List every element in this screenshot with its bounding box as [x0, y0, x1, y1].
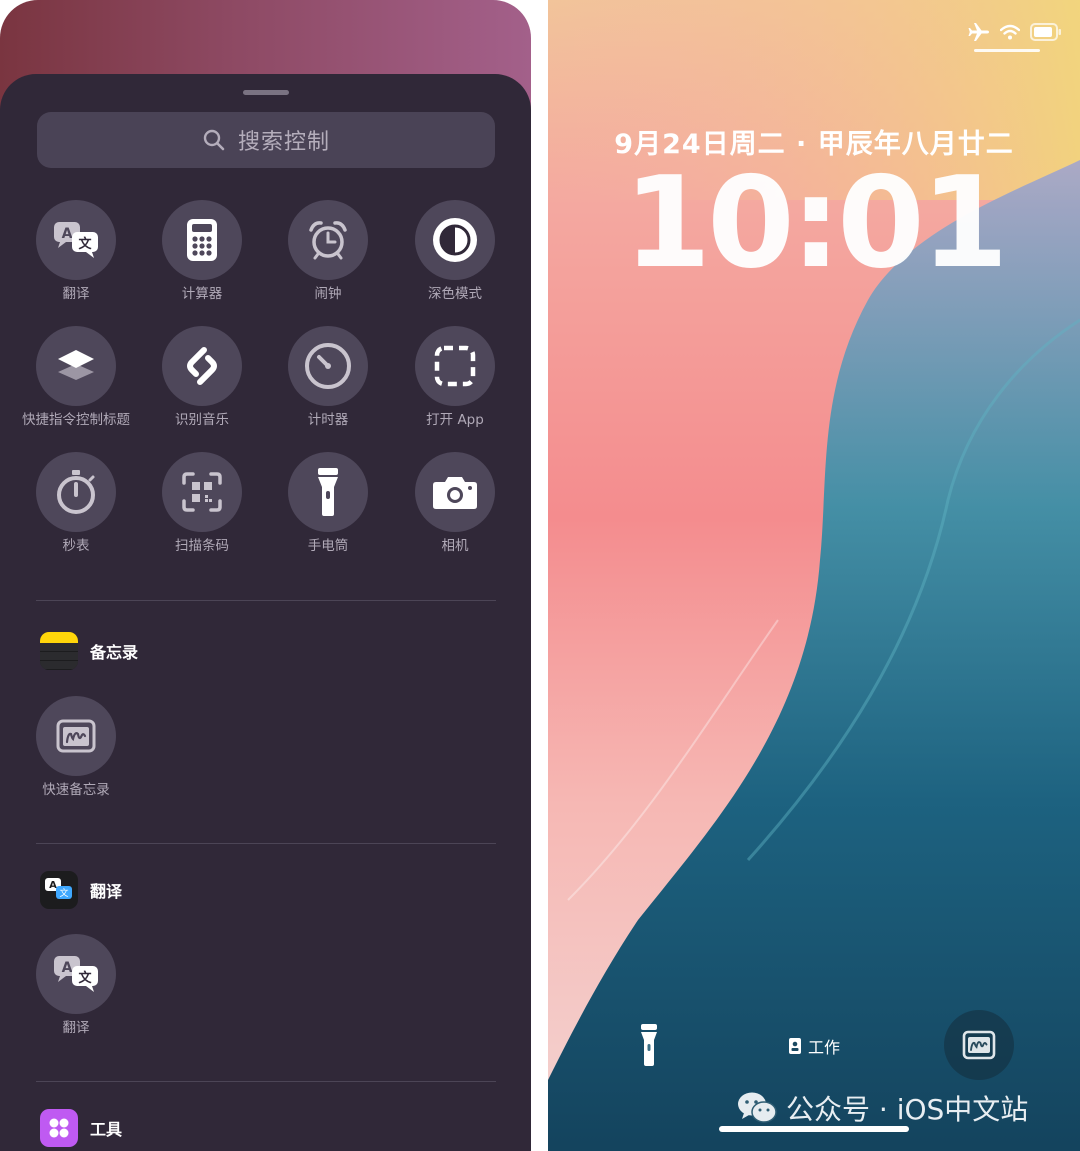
- section-header-notes: 备忘录: [40, 632, 138, 670]
- control-shortcuts-button[interactable]: [36, 326, 116, 406]
- control-camera[interactable]: 相机: [400, 452, 510, 554]
- control-label: 秒表: [62, 538, 90, 554]
- controls-gallery-panel: 搜索控制 A 文 翻译 计算器 闹钟 深色模式 快捷指令控制标题 识别音乐 计时…: [0, 0, 531, 1151]
- control-label: 计算器: [181, 286, 223, 302]
- section-title: 备忘录: [90, 643, 139, 662]
- control-translate-2[interactable]: A 文 翻译: [21, 934, 131, 1036]
- control-translate[interactable]: A 文 翻译: [21, 200, 131, 302]
- watermark-text: 公众号 · iOS中文站: [786, 1093, 1029, 1126]
- control-label: 识别音乐: [175, 412, 229, 428]
- control-dark-mode-button[interactable]: [415, 200, 495, 280]
- svg-text:A: A: [62, 226, 73, 242]
- control-label: 计时器: [307, 412, 349, 428]
- section-header-translate: A 文 翻译: [40, 871, 122, 909]
- section-divider: [36, 843, 496, 844]
- timer-icon: [305, 343, 351, 389]
- search-field[interactable]: 搜索控制: [37, 112, 495, 168]
- camera-icon: [433, 477, 477, 509]
- control-stopwatch[interactable]: 秒表: [21, 452, 131, 554]
- quick-note-icon: [962, 1030, 996, 1060]
- controls-sheet: 搜索控制 A 文 翻译 计算器 闹钟 深色模式 快捷指令控制标题 识别音乐 计时…: [0, 74, 531, 1151]
- flashlight-icon: [318, 468, 338, 516]
- section-divider: [36, 1081, 496, 1082]
- calculator-icon: [187, 219, 217, 261]
- focus-mode-indicator[interactable]: 工作: [788, 1034, 840, 1058]
- quick-note-icon: [56, 719, 96, 753]
- control-label: 相机: [441, 538, 469, 554]
- translate-app-icon: A 文: [40, 871, 78, 909]
- qr-scan-icon: [182, 472, 222, 512]
- control-label: 翻译: [62, 286, 90, 302]
- airplane-icon: [968, 23, 989, 41]
- control-calculator[interactable]: 计算器: [147, 200, 257, 302]
- translate-icon: A 文: [54, 956, 98, 992]
- section-header-tools: 工具: [40, 1109, 122, 1147]
- control-flashlight-button[interactable]: [288, 452, 368, 532]
- control-timer-button[interactable]: [288, 326, 368, 406]
- wechat-watermark: 公众号 · iOS中文站: [736, 1088, 1028, 1128]
- home-indicator[interactable]: [719, 1126, 909, 1132]
- control-translate-2-button[interactable]: A 文: [36, 934, 116, 1014]
- control-open-app[interactable]: 打开 App: [400, 326, 510, 428]
- lock-screen-panel: 9月24日周二 · 甲辰年八月廿二 10:01 工作 公众号 · iOS中文站: [548, 0, 1080, 1151]
- translate-icon: A 文: [54, 222, 98, 258]
- status-indicator-line: [974, 49, 1040, 52]
- control-shazam-button[interactable]: [162, 326, 242, 406]
- status-bar: [968, 22, 1062, 42]
- control-flashlight[interactable]: 手电筒: [273, 452, 383, 554]
- flashlight-icon: [641, 1024, 657, 1066]
- shazam-icon: [187, 347, 217, 385]
- search-placeholder: 搜索控制: [237, 130, 330, 155]
- control-qr-scan[interactable]: 扫描条码: [147, 452, 257, 554]
- control-label: 快捷指令控制标题: [22, 412, 130, 428]
- control-quick-note-button[interactable]: [36, 696, 116, 776]
- stopwatch-icon: [57, 470, 95, 514]
- control-alarm-button[interactable]: [288, 200, 368, 280]
- lock-flashlight-button[interactable]: [614, 1010, 684, 1080]
- control-quick-note[interactable]: 快速备忘录: [21, 696, 131, 798]
- control-label: 打开 App: [426, 412, 484, 428]
- notes-app-icon: [40, 632, 78, 670]
- shortcuts-icon: [58, 350, 94, 380]
- control-alarm[interactable]: 闹钟: [273, 200, 383, 302]
- wifi-icon: [1000, 24, 1020, 40]
- svg-text:文: 文: [78, 236, 92, 252]
- control-translate-button[interactable]: A 文: [36, 200, 116, 280]
- screenshot-stage: 搜索控制 A 文 翻译 计算器 闹钟 深色模式 快捷指令控制标题 识别音乐 计时…: [0, 0, 1080, 1151]
- control-label: 翻译: [62, 1020, 90, 1036]
- battery-icon: [1030, 23, 1061, 41]
- section-divider: [36, 600, 496, 601]
- control-camera-button[interactable]: [415, 452, 495, 532]
- section-title: 工具: [90, 1120, 123, 1139]
- dark-mode-icon: [433, 218, 477, 262]
- svg-text:A: A: [62, 960, 73, 976]
- sheet-grabber[interactable]: [243, 90, 289, 95]
- control-timer[interactable]: 计时器: [273, 326, 383, 428]
- control-calculator-button[interactable]: [162, 200, 242, 280]
- control-label: 手电筒: [307, 538, 349, 554]
- focus-label: 工作: [808, 1038, 841, 1057]
- control-label: 闹钟: [314, 286, 342, 302]
- alarm-icon: [309, 221, 347, 260]
- open-app-icon: [434, 345, 476, 387]
- wechat-icon: [738, 1092, 777, 1123]
- control-label: 扫描条码: [175, 538, 229, 554]
- svg-text:A: A: [49, 880, 57, 891]
- control-shortcuts[interactable]: 快捷指令控制标题: [21, 326, 131, 428]
- control-shazam[interactable]: 识别音乐: [147, 326, 257, 428]
- control-label: 深色模式: [428, 286, 482, 302]
- control-stopwatch-button[interactable]: [36, 452, 116, 532]
- svg-text:文: 文: [59, 887, 68, 899]
- lock-time: 10:01: [623, 149, 1008, 296]
- control-dark-mode[interactable]: 深色模式: [400, 200, 510, 302]
- control-label: 快速备忘录: [42, 782, 110, 798]
- lock-quick-note-button[interactable]: [944, 1010, 1014, 1080]
- tools-app-icon: [40, 1109, 78, 1147]
- search-icon: [203, 129, 225, 151]
- section-title: 翻译: [90, 882, 123, 901]
- id-badge-icon: [789, 1038, 801, 1054]
- control-open-app-button[interactable]: [415, 326, 495, 406]
- control-qr-scan-button[interactable]: [162, 452, 242, 532]
- svg-text:文: 文: [78, 970, 92, 986]
